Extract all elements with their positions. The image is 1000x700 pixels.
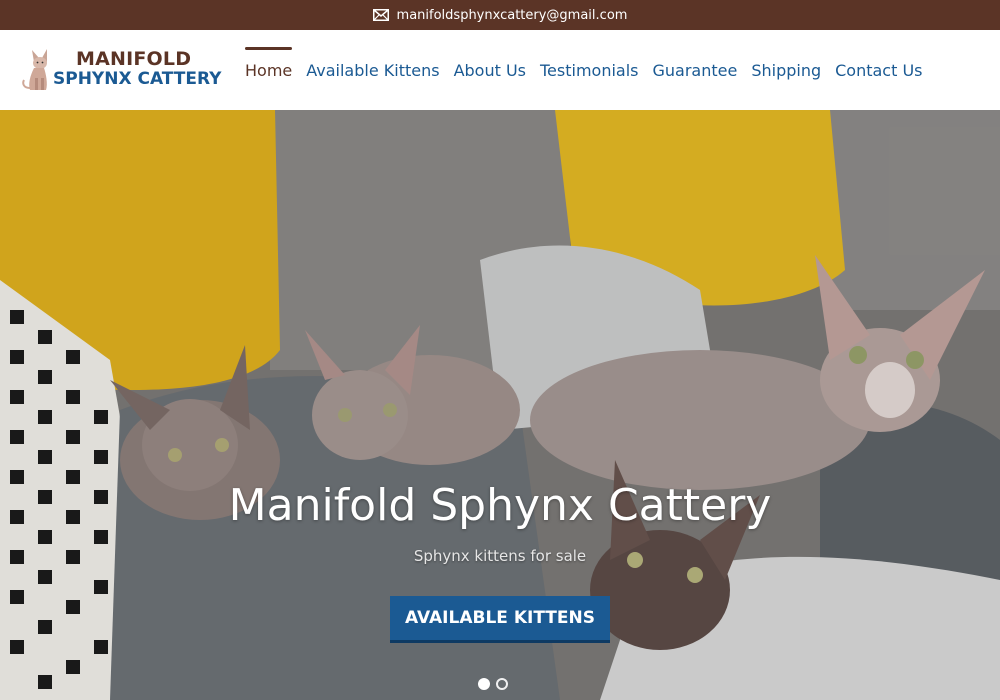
hero-slider: Manifold Sphynx Cattery Sphynx kittens f… <box>0 110 1000 700</box>
logo-title: MANIFOLD <box>76 48 192 70</box>
available-kittens-button[interactable]: AVAILABLE KITTENS <box>390 596 610 640</box>
nav-item-shipping[interactable]: Shipping <box>751 61 821 80</box>
hero-title: Manifold Sphynx Cattery <box>228 480 772 531</box>
nav-item-testimonials[interactable]: Testimonials <box>540 61 639 80</box>
top-contact-bar: manifoldsphynxcattery@gmail.com <box>0 0 1000 30</box>
nav-item-about-us[interactable]: About Us <box>454 61 526 80</box>
nav-item-guarantee[interactable]: Guarantee <box>653 61 738 80</box>
site-logo[interactable]: MANIFOLD SPHYNX CATTERY <box>20 48 222 96</box>
main-nav: Home Available Kittens About Us Testimon… <box>245 30 923 110</box>
contact-email-link[interactable]: manifoldsphynxcattery@gmail.com <box>397 8 628 23</box>
hero-subtitle: Sphynx kittens for sale <box>413 547 587 565</box>
slider-dot-2[interactable] <box>496 678 508 690</box>
nav-item-available-kittens[interactable]: Available Kittens <box>306 61 439 80</box>
slider-dots <box>478 678 508 690</box>
nav-item-home[interactable]: Home <box>245 46 293 80</box>
sphynx-cat-logo-icon <box>22 49 47 90</box>
site-header: MANIFOLD SPHYNX CATTERY Home Available K… <box>0 30 1000 110</box>
nav-item-contact-us[interactable]: Contact Us <box>835 61 922 80</box>
slider-dot-1[interactable] <box>478 678 490 690</box>
logo-subtitle: SPHYNX CATTERY <box>53 69 222 89</box>
mail-icon <box>372 9 389 21</box>
